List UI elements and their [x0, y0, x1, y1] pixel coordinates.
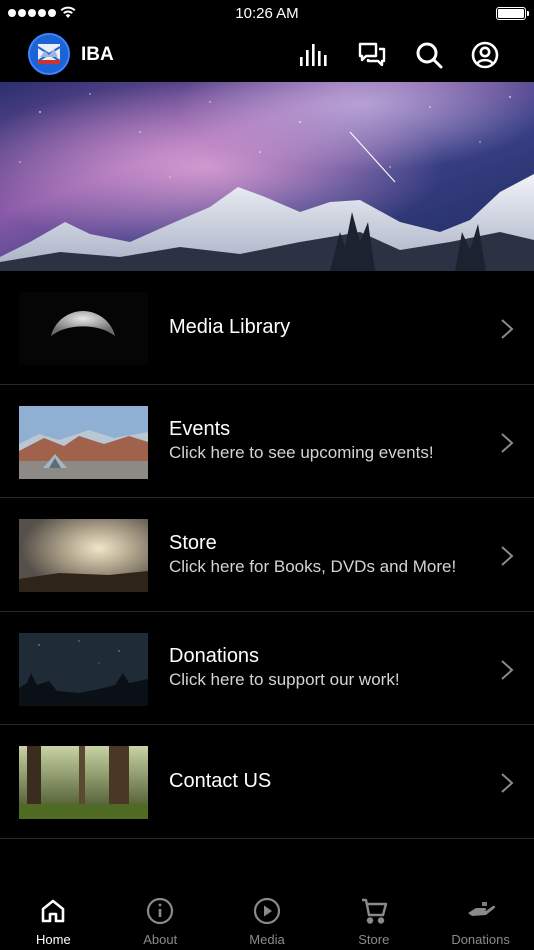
menu-item-title: Media Library: [169, 316, 291, 339]
chevron-right-icon: [501, 773, 514, 793]
menu-item-subtitle: Click here for Books, DVDs and More!: [169, 556, 457, 576]
info-icon: [145, 896, 175, 926]
account-icon[interactable]: [470, 40, 500, 70]
tab-label: Home: [36, 932, 71, 947]
chat-icon[interactable]: [357, 40, 387, 70]
hero-banner-image: [0, 82, 534, 271]
menu-item-contact-us[interactable]: Contact US: [0, 725, 534, 839]
status-time: 10:26 AM: [235, 5, 299, 22]
chevron-right-icon: [501, 319, 514, 339]
menu-item-title: Store: [169, 531, 217, 554]
cart-icon: [359, 896, 389, 926]
store-thumbnail: [19, 519, 148, 592]
chevron-right-icon: [501, 659, 514, 680]
app-logo[interactable]: [28, 33, 70, 75]
menu-item-title: Donations: [169, 645, 260, 668]
tab-label: Donations: [451, 932, 510, 947]
media-library-thumbnail: [19, 292, 148, 365]
menu-item-title: Events: [169, 418, 231, 441]
tab-donations[interactable]: Donations: [427, 888, 534, 950]
app-title: IBA: [81, 44, 114, 65]
menu-item-subtitle: Click here to support our work!: [169, 670, 400, 690]
tab-home[interactable]: Home: [0, 888, 107, 950]
chevron-right-icon: [501, 546, 514, 566]
home-icon: [38, 896, 68, 926]
bar-chart-icon[interactable]: [299, 40, 329, 70]
menu-item-title: Contact US: [169, 770, 272, 793]
menu-item-media-library[interactable]: Media Library: [0, 271, 534, 385]
menu-item-donations[interactable]: Donations Click here to support our work…: [0, 612, 534, 725]
play-icon: [252, 896, 282, 926]
chevron-right-icon: [501, 432, 514, 453]
status-bar: 10:26 AM: [0, 0, 534, 28]
menu-item-events[interactable]: Events Click here to see upcoming events…: [0, 385, 534, 498]
tab-bar: Home About Media Store Donations: [0, 888, 534, 950]
menu-list: Media Library Events Click here to see u…: [0, 271, 534, 839]
donations-thumbnail: [19, 632, 148, 706]
events-thumbnail: [19, 405, 148, 479]
tab-label: Media: [249, 932, 285, 947]
search-icon[interactable]: [414, 40, 444, 70]
menu-item-subtitle: Click here to see upcoming events!: [169, 443, 434, 463]
donate-hand-icon: [466, 896, 496, 926]
tab-label: About: [143, 932, 178, 947]
tab-store[interactable]: Store: [320, 888, 427, 950]
tab-media[interactable]: Media: [214, 888, 321, 950]
app-header: IBA: [0, 28, 534, 82]
tab-about[interactable]: About: [107, 888, 214, 950]
tab-label: Store: [358, 932, 390, 947]
menu-item-store[interactable]: Store Click here for Books, DVDs and Mor…: [0, 498, 534, 612]
battery-icon: [496, 7, 529, 20]
contact-us-thumbnail: [19, 746, 148, 819]
